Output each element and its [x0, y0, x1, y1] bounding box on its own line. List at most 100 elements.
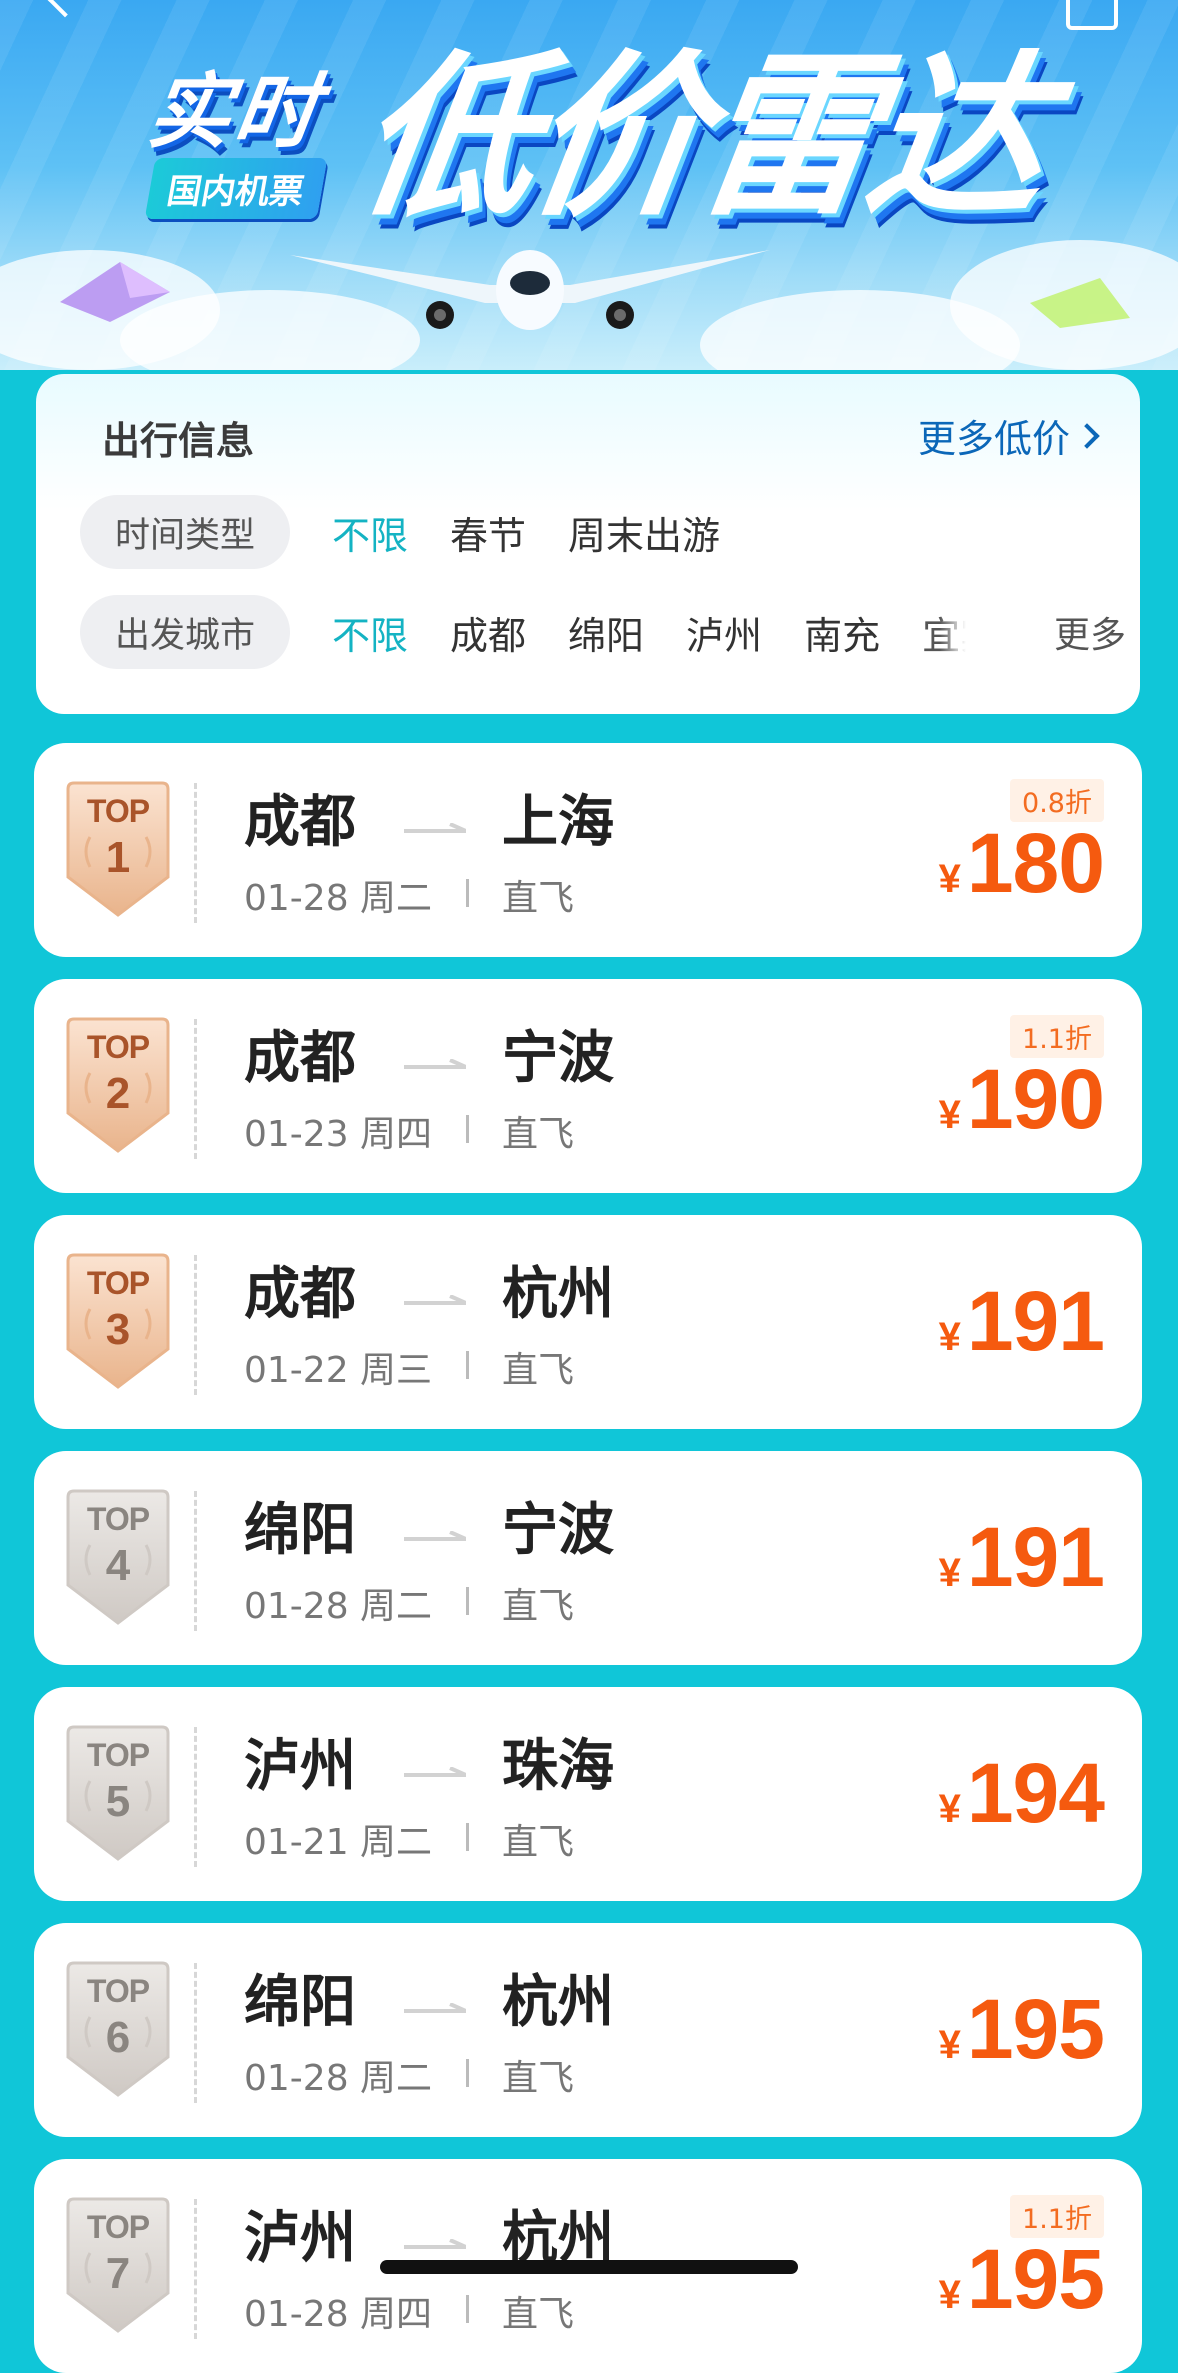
- price-value: 191: [966, 1510, 1105, 1604]
- kite-decoration-icon: [1030, 278, 1130, 328]
- home-indicator: [380, 2260, 798, 2274]
- price: ¥191: [938, 1273, 1105, 1370]
- arrival-city: 上海: [502, 790, 614, 855]
- divider: [194, 1019, 197, 1159]
- route-card[interactable]: TOP 5 泸州 珠海 01-21 周二 直飞 ¥194: [34, 1687, 1142, 1901]
- city-more-button[interactable]: 更多: [1054, 606, 1126, 658]
- rank-number: 5: [105, 1777, 131, 1826]
- currency-symbol: ¥: [938, 857, 961, 901]
- time-option-weekend[interactable]: 周末出游: [568, 505, 720, 560]
- currency-symbol: ¥: [938, 1787, 961, 1831]
- rank-badge-label: TOP: [86, 1501, 150, 1537]
- rank-number: 7: [105, 2249, 131, 2298]
- time-type-row: 时间类型 不限 春节 周末出游: [80, 494, 720, 570]
- rank-badge-label: TOP: [86, 2209, 150, 2245]
- departure-city: 成都: [244, 1026, 356, 1091]
- divider: [194, 783, 197, 923]
- city-option-luzhou[interactable]: 泸州: [686, 605, 762, 660]
- route-arrow-icon: [404, 1767, 466, 1777]
- arrival-city: 杭州: [502, 1262, 614, 1327]
- rank-badge-label: TOP: [86, 1029, 150, 1065]
- flight-date: 01-22 周三: [244, 1350, 433, 1391]
- rank-badge-label: TOP: [86, 1737, 150, 1773]
- flight-date: 01-28 周二: [244, 1586, 433, 1627]
- share-icon[interactable]: [1066, 0, 1118, 30]
- divider: [466, 1587, 469, 1615]
- divider: [466, 1823, 469, 1851]
- city-option-chengdu[interactable]: 成都: [450, 605, 526, 660]
- price: ¥195: [938, 1981, 1105, 2078]
- city-option-nanchong[interactable]: 南充: [804, 605, 880, 660]
- price: ¥191: [938, 1509, 1105, 1606]
- flight-type: 直飞: [502, 1114, 575, 1155]
- price-value: 194: [966, 1746, 1105, 1840]
- route-arrow-icon: [404, 2239, 466, 2249]
- travel-info-card: 出行信息 更多低价 时间类型 不限 春节 周末出游 出发城市 不限 成都 绵阳 …: [36, 374, 1140, 714]
- divider: [194, 1727, 197, 1867]
- currency-symbol: ¥: [938, 1315, 961, 1359]
- rank-badge-label: TOP: [86, 1265, 150, 1301]
- currency-symbol: ¥: [938, 1093, 961, 1137]
- route-card[interactable]: TOP 2 成都 宁波 01-23 周四 直飞 1.1折 ¥190: [34, 979, 1142, 1193]
- flight-type: 直飞: [502, 2294, 575, 2335]
- rank-number: 1: [105, 833, 131, 882]
- hero-title-small: 实时: [142, 65, 328, 160]
- city-option-mianyang[interactable]: 绵阳: [568, 605, 644, 660]
- city-option-unlimited[interactable]: 不限: [332, 605, 408, 660]
- price: ¥194: [938, 1745, 1105, 1842]
- more-low-price-link[interactable]: 更多低价: [918, 408, 1100, 463]
- divider: [466, 1351, 469, 1379]
- arrival-city: 杭州: [502, 1970, 614, 2035]
- departure-city: 泸州: [244, 1734, 356, 1799]
- arrival-city: 宁波: [502, 1498, 614, 1563]
- flight-type: 直飞: [502, 878, 575, 919]
- flight-type: 直飞: [502, 1822, 575, 1863]
- rank-number: 3: [105, 1305, 131, 1354]
- price: ¥180: [938, 815, 1105, 912]
- rank-badge-label: TOP: [86, 793, 150, 829]
- flight-type: 直飞: [502, 1586, 575, 1627]
- flight-date: 01-28 周二: [244, 2058, 433, 2099]
- currency-symbol: ¥: [938, 2023, 961, 2067]
- departure-city: 泸州: [244, 2206, 356, 2271]
- divider: [194, 1255, 197, 1395]
- city-option-yibin[interactable]: 宜宾: [922, 605, 966, 660]
- rank-number: 4: [105, 1541, 131, 1590]
- time-option-unlimited[interactable]: 不限: [332, 505, 408, 560]
- hero-banner: 实时 国内机票 低价雷达: [0, 0, 1178, 370]
- divider: [466, 1115, 469, 1143]
- divider: [194, 1491, 197, 1631]
- flight-date: 01-23 周四: [244, 1114, 433, 1155]
- departure-city: 成都: [244, 1262, 356, 1327]
- route-card[interactable]: TOP 4 绵阳 宁波 01-28 周二 直飞 ¥191: [34, 1451, 1142, 1665]
- departure-city: 绵阳: [244, 1498, 356, 1563]
- route-card[interactable]: TOP 6 绵阳 杭州 01-28 周二 直飞 ¥195: [34, 1923, 1142, 2137]
- chevron-right-icon: [1074, 422, 1100, 449]
- currency-symbol: ¥: [938, 1551, 961, 1595]
- divider: [466, 2059, 469, 2087]
- divider: [194, 1963, 197, 2103]
- arrival-city: 珠海: [502, 1734, 614, 1799]
- route-arrow-icon: [404, 1059, 466, 1069]
- divider: [194, 2199, 197, 2339]
- price-value: 180: [966, 816, 1105, 910]
- price-value: 195: [966, 1982, 1105, 2076]
- time-option-spring-festival[interactable]: 春节: [450, 505, 526, 560]
- departure-city: 绵阳: [244, 1970, 356, 2035]
- route-arrow-icon: [404, 2003, 466, 2013]
- kite-decoration-icon: [60, 262, 170, 322]
- currency-symbol: ¥: [938, 2273, 961, 2317]
- route-arrow-icon: [404, 823, 466, 833]
- route-card[interactable]: TOP 3 成都 杭州 01-22 周三 直飞 ¥191: [34, 1215, 1142, 1429]
- price: ¥195: [938, 2231, 1105, 2328]
- arrival-city: 宁波: [502, 1026, 614, 1091]
- departure-city-row: 出发城市 不限 成都 绵阳 泸州 南充 宜宾 更多: [80, 594, 1140, 670]
- route-card[interactable]: TOP 1 成都 上海 01-28 周二 直飞 0.8折 ¥180: [34, 743, 1142, 957]
- flight-type: 直飞: [502, 1350, 575, 1391]
- travel-info-title: 出行信息: [102, 419, 255, 463]
- price-value: 191: [966, 1274, 1105, 1368]
- flight-date: 01-28 周二: [244, 878, 433, 919]
- departure-city: 成都: [244, 790, 356, 855]
- price-value: 195: [966, 2232, 1105, 2326]
- hero-title-big: 低价雷达: [345, 35, 1055, 240]
